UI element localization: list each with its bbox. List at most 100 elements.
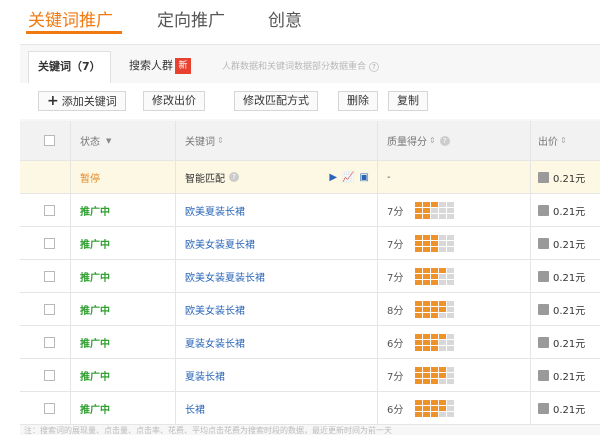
- keyword-link[interactable]: 长裙: [185, 392, 205, 424]
- row-select-cell: [44, 227, 55, 259]
- bid-price: 0.21元: [553, 404, 586, 416]
- quality-header-label: 质量得分: [387, 137, 427, 148]
- sort-icon: ⇕: [560, 136, 567, 145]
- quality-bar-cell: [447, 405, 455, 411]
- table-row: 推广中 长裙 6分 0.21元: [20, 392, 600, 425]
- quality-score: -: [387, 171, 391, 183]
- row-checkbox[interactable]: [44, 369, 55, 381]
- quality-bar-cell: [447, 372, 455, 378]
- status-text: 暂停: [80, 173, 100, 185]
- table-row: 推广中 夏装女装长裙 6分 0.21元: [20, 326, 600, 359]
- help-icon[interactable]: ?: [229, 172, 239, 182]
- keyword-panel: 关键词（7） 搜索人群新 人群数据和关键词数据部分数据重合? + 添加关键词 修改…: [20, 44, 600, 435]
- quality-bar-cell: [423, 201, 431, 207]
- quality-bar-cell: [439, 372, 447, 378]
- add-keyword-button[interactable]: + 添加关键词: [38, 91, 126, 111]
- row-select-cell: [44, 260, 55, 292]
- bid-cell[interactable]: 0.21元: [538, 161, 585, 193]
- row-checkbox[interactable]: [44, 402, 55, 414]
- quality-cell: 7分: [387, 359, 455, 391]
- bid-cell[interactable]: 0.21元: [538, 260, 585, 292]
- bid-cell[interactable]: 0.21元: [538, 194, 585, 226]
- quality-bar-cell: [431, 405, 439, 411]
- edit-icon[interactable]: ▣: [360, 172, 369, 183]
- select-all-cell: [44, 121, 55, 160]
- bid-cell[interactable]: 0.21元: [538, 392, 585, 424]
- bid-cell[interactable]: 0.21元: [538, 227, 585, 259]
- quality-bar-cell: [415, 312, 423, 318]
- row-checkbox[interactable]: [44, 204, 55, 216]
- keyword-link[interactable]: 欧美夏装长裙: [185, 194, 245, 226]
- keyword-link[interactable]: 欧美女装夏长裙: [185, 227, 255, 259]
- edit-bid-icon[interactable]: [538, 402, 549, 414]
- row-select-cell: [44, 359, 55, 391]
- keyword-link[interactable]: 夏装女装长裙: [185, 326, 245, 358]
- help-icon[interactable]: ?: [439, 135, 450, 146]
- edit-bid-icon[interactable]: [538, 303, 549, 315]
- quality-bar-cell: [439, 345, 447, 351]
- keyword-link[interactable]: 欧美女装夏装长裙: [185, 260, 265, 292]
- bid-price: 0.21元: [553, 338, 586, 350]
- chevron-down-icon: ▼: [106, 136, 112, 145]
- quality-bar-cell: [431, 312, 439, 318]
- keyword-link[interactable]: 夏装长裙: [185, 359, 225, 391]
- quality-bar: [415, 267, 455, 285]
- row-checkbox[interactable]: [44, 270, 55, 282]
- quality-bar-cell: [439, 411, 447, 417]
- copy-button[interactable]: 复制: [388, 91, 428, 111]
- bid-header[interactable]: 出价 ⇕: [538, 121, 567, 160]
- edit-bid-icon[interactable]: [538, 369, 549, 381]
- modify-bid-button[interactable]: 修改出价: [143, 91, 205, 111]
- add-keyword-label: 添加关键词: [61, 95, 117, 108]
- edit-bid-icon[interactable]: [538, 204, 549, 216]
- quality-score: 7分: [387, 206, 404, 218]
- quality-bar-cell: [439, 312, 447, 318]
- quality-bar-cell: [439, 201, 447, 207]
- subtab-keywords[interactable]: 关键词（7）: [28, 51, 111, 83]
- bid-cell[interactable]: 0.21元: [538, 293, 585, 325]
- quality-bar-cell: [447, 213, 455, 219]
- quality-bar-cell: [439, 246, 447, 252]
- bid-cell[interactable]: 0.21元: [538, 359, 585, 391]
- row-select-cell: [44, 392, 55, 424]
- quality-bar-cell: [431, 300, 439, 306]
- select-all-checkbox[interactable]: [44, 135, 55, 146]
- quality-header[interactable]: 质量得分 ⇕?: [387, 121, 450, 160]
- edit-bid-icon[interactable]: [538, 336, 549, 348]
- subtab-search-crowd[interactable]: 搜索人群新: [120, 51, 200, 83]
- bid-cell[interactable]: 0.21元: [538, 326, 585, 358]
- status-header[interactable]: 状态 ▼: [80, 121, 111, 160]
- help-icon[interactable]: ?: [369, 62, 380, 72]
- tab-targeted-promotion[interactable]: 定向推广: [157, 6, 225, 31]
- keyword-header[interactable]: 关键词 ⇕: [185, 121, 224, 160]
- tab-creative[interactable]: 创意: [268, 6, 302, 31]
- quality-bar-cell: [423, 366, 431, 372]
- quality-bar-cell: [423, 411, 431, 417]
- quality-bar-cell: [415, 300, 423, 306]
- play-icon[interactable]: ▶: [329, 172, 337, 183]
- quality-bar-cell: [431, 201, 439, 207]
- quality-bar-cell: [415, 207, 423, 213]
- quality-cell: 7分: [387, 227, 455, 259]
- bid-price: 0.21元: [553, 371, 586, 383]
- edit-bid-icon[interactable]: [538, 171, 549, 183]
- quality-bar-cell: [447, 399, 455, 405]
- modify-match-button[interactable]: 修改匹配方式: [234, 91, 318, 111]
- row-checkbox[interactable]: [44, 336, 55, 348]
- quality-bar-cell: [415, 267, 423, 273]
- table-row: 暂停 智能匹配? ▶ 📈 ▣ - 0.21元: [20, 161, 600, 194]
- edit-bid-icon[interactable]: [538, 270, 549, 282]
- keyword-link[interactable]: 欧美女装长裙: [185, 293, 245, 325]
- quality-cell: 6分: [387, 392, 455, 424]
- edit-bid-icon[interactable]: [538, 237, 549, 249]
- tab-keyword-promotion[interactable]: 关键词推广: [28, 6, 113, 31]
- chart-icon[interactable]: 📈: [342, 172, 354, 183]
- quality-score: 7分: [387, 272, 404, 284]
- quality-bar-cell: [423, 207, 431, 213]
- crowd-hint: 人群数据和关键词数据部分数据重合?: [222, 59, 380, 72]
- quality-bar-cell: [447, 279, 455, 285]
- delete-button[interactable]: 删除: [338, 91, 378, 111]
- row-checkbox[interactable]: [44, 237, 55, 249]
- row-checkbox[interactable]: [44, 303, 55, 315]
- table-row: 推广中 欧美女装夏长裙 7分 0.21元: [20, 227, 600, 260]
